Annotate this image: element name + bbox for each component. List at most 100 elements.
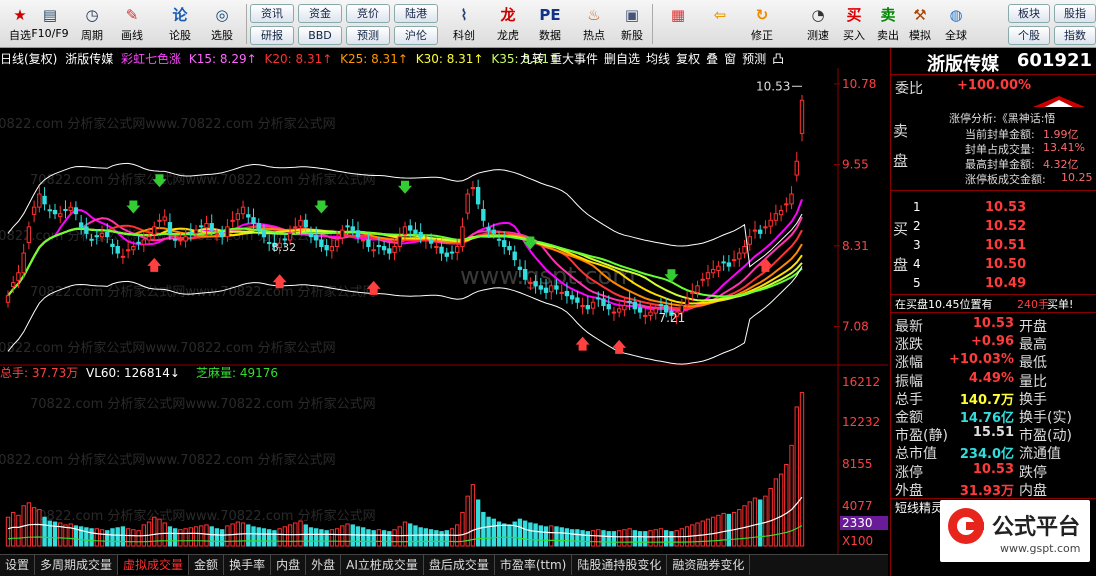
limit-analysis-label: 涨停板成交金额:	[965, 173, 1046, 186]
chart-tab[interactable]: 删自选	[604, 52, 640, 66]
volume-bar	[784, 464, 789, 547]
short-line-title[interactable]: 短线精灵	[895, 499, 943, 516]
order-note: 在买盘10.45位置有	[895, 298, 993, 311]
indicator-tab[interactable]: 融资融券变化	[667, 555, 751, 575]
toolbar-globe-button[interactable]: ◍ 全球	[938, 2, 974, 46]
volume-bar	[444, 530, 449, 547]
volume-bar	[418, 527, 423, 547]
chart-tab[interactable]: 叠	[706, 52, 718, 66]
volume-bar	[120, 526, 126, 547]
toolbar-pill-button[interactable]: 资讯	[250, 4, 294, 23]
toolbar-chat-button[interactable]: 论论股	[160, 2, 200, 46]
toolbar-pill-button[interactable]: 陆港	[394, 4, 438, 23]
volume-bar	[47, 520, 52, 547]
toolbar-label: 新股	[621, 29, 643, 42]
toolbar-pill-button[interactable]: 资金	[298, 4, 342, 23]
toolbar-dragon-button[interactable]: 龙龙虎	[488, 2, 528, 46]
toolbar-pill-button[interactable]: 指数	[1054, 26, 1096, 45]
indicator-name[interactable]: 彩虹七色涨	[121, 52, 181, 66]
candle	[240, 200, 246, 219]
volume-bar	[376, 529, 382, 547]
toolbar-buy-button[interactable]: 买买入	[836, 2, 872, 46]
volume-bar	[601, 530, 606, 547]
chart-tab[interactable]: 重大事件	[550, 52, 598, 66]
toolbar-document-button[interactable]: ▤ F10/F9	[30, 2, 70, 46]
toolbar-timer-button[interactable]: ◔ 测速	[800, 2, 836, 46]
star-icon: ★	[13, 6, 27, 24]
toolbar-label: 热点	[583, 29, 605, 42]
stock-code: 601921	[1016, 50, 1092, 71]
sell-signal-arrow	[126, 200, 141, 214]
indicator-tab[interactable]: 金额	[189, 555, 225, 575]
candle	[52, 203, 58, 219]
toolbar-pill-button[interactable]: BBD	[298, 26, 342, 45]
toolbar-gauge-button[interactable]: ◎ 选股	[202, 2, 242, 46]
chart-tab[interactable]: 复权	[676, 52, 700, 66]
chart-tabs: 九转 重大事件 删自选 均线 复权叠窗预测凸	[520, 50, 790, 68]
toolbar-pe-button[interactable]: PE 数据	[530, 2, 570, 46]
indicator-tab[interactable]: 设置	[0, 555, 36, 575]
kline-chart[interactable]: 70822.com 分析家公式网www.70822.com 分析家公式网 7082…	[0, 68, 888, 554]
toolbar-back-arrow-button[interactable]: ⇦	[702, 2, 738, 46]
toolbar-pill-button[interactable]: 竞价	[346, 4, 390, 23]
candle	[460, 217, 465, 252]
volume-bar	[580, 530, 585, 547]
toolbar-label: 画线	[121, 29, 143, 42]
toolbar-grid-button[interactable]: ▦	[660, 2, 696, 46]
toolbar-sell-button[interactable]: 卖卖出	[870, 2, 906, 46]
indicator-tab[interactable]: 多周期成交量	[35, 555, 119, 575]
indicator-tab[interactable]: 换手率	[224, 555, 272, 575]
volume-bar	[366, 529, 371, 547]
candle	[643, 307, 648, 325]
toolbar-pill-button[interactable]: 研报	[250, 26, 294, 45]
toolbar-ipo-button[interactable]: ▣ 新股	[612, 2, 652, 46]
period-label[interactable]: 日线(复权)	[0, 52, 57, 66]
toolbar-pill-button[interactable]: 股指	[1054, 4, 1096, 23]
bid-price: 10.49	[985, 276, 1027, 291]
stat-value: 15.51	[972, 425, 1014, 441]
indicator-tab[interactable]: 外盘	[306, 555, 342, 575]
chart-tab[interactable]: 凸	[772, 52, 784, 66]
toolbar-pill-button[interactable]: 个股	[1008, 26, 1050, 45]
volume-bar	[742, 505, 747, 547]
toolbar-fire-button[interactable]: ♨ 热点	[574, 2, 614, 46]
high-annotation: 10.53	[756, 79, 790, 93]
gspt-logo: 公式平台 www.gspt.com	[940, 500, 1090, 562]
toolbar-refresh-button[interactable]: ↻ 修正	[744, 2, 780, 46]
toolbar-pill-button[interactable]: 沪伦	[394, 26, 438, 45]
volume-bar	[162, 522, 167, 547]
chart-tab[interactable]: 均线	[646, 52, 670, 66]
indicator-tab[interactable]: 盘后成交量	[424, 555, 495, 575]
toolbar-pill-button[interactable]: 预测	[346, 26, 390, 45]
candle	[580, 297, 585, 315]
indicator-tab[interactable]: AI立桩成交量	[341, 555, 424, 575]
k25-value: K25: 8.31↑	[340, 52, 408, 66]
mid-annotation: 8.32	[272, 241, 297, 254]
chart-tab[interactable]: 九转	[520, 52, 544, 66]
candle	[758, 224, 763, 239]
candle	[465, 188, 470, 220]
indicator-tab[interactable]: 虚拟成交量	[118, 555, 190, 575]
order-volume: 240手	[1017, 298, 1049, 311]
toolbar-label: 周期	[81, 29, 103, 42]
volume-bar	[773, 478, 779, 547]
toolbar-gavel-button[interactable]: ⚒ 模拟	[902, 2, 938, 46]
timer-icon: ◔	[811, 6, 825, 24]
indicator-tab[interactable]: 内盘	[271, 555, 307, 575]
chart-tab[interactable]: 窗	[724, 52, 736, 66]
toolbar-pencil-button[interactable]: ✎ 画线	[112, 2, 152, 46]
indicator-tab[interactable]: 陆股通持股变化	[572, 555, 668, 575]
volume-bar	[768, 487, 773, 547]
stat-label: 开盘	[1019, 319, 1047, 335]
indicator-tab[interactable]: 市盈率(ttm)	[495, 555, 573, 575]
stat-value: 4.49%	[968, 370, 1014, 386]
chart-tab[interactable]: 预测	[742, 52, 766, 66]
volume-bar	[799, 392, 805, 547]
volume-bar	[298, 520, 303, 547]
stat-value: +0.96	[971, 334, 1014, 350]
toolbar-pill-button[interactable]: 板块	[1008, 4, 1050, 23]
toolbar-clock-button[interactable]: ◷ 周期	[72, 2, 112, 46]
toolbar-label: 卖出	[877, 29, 899, 42]
toolbar-chart-button[interactable]: ⌇ 科创	[444, 2, 484, 46]
limit-analysis-title[interactable]: 涨停分析:《黑神话:悟	[949, 110, 1055, 126]
